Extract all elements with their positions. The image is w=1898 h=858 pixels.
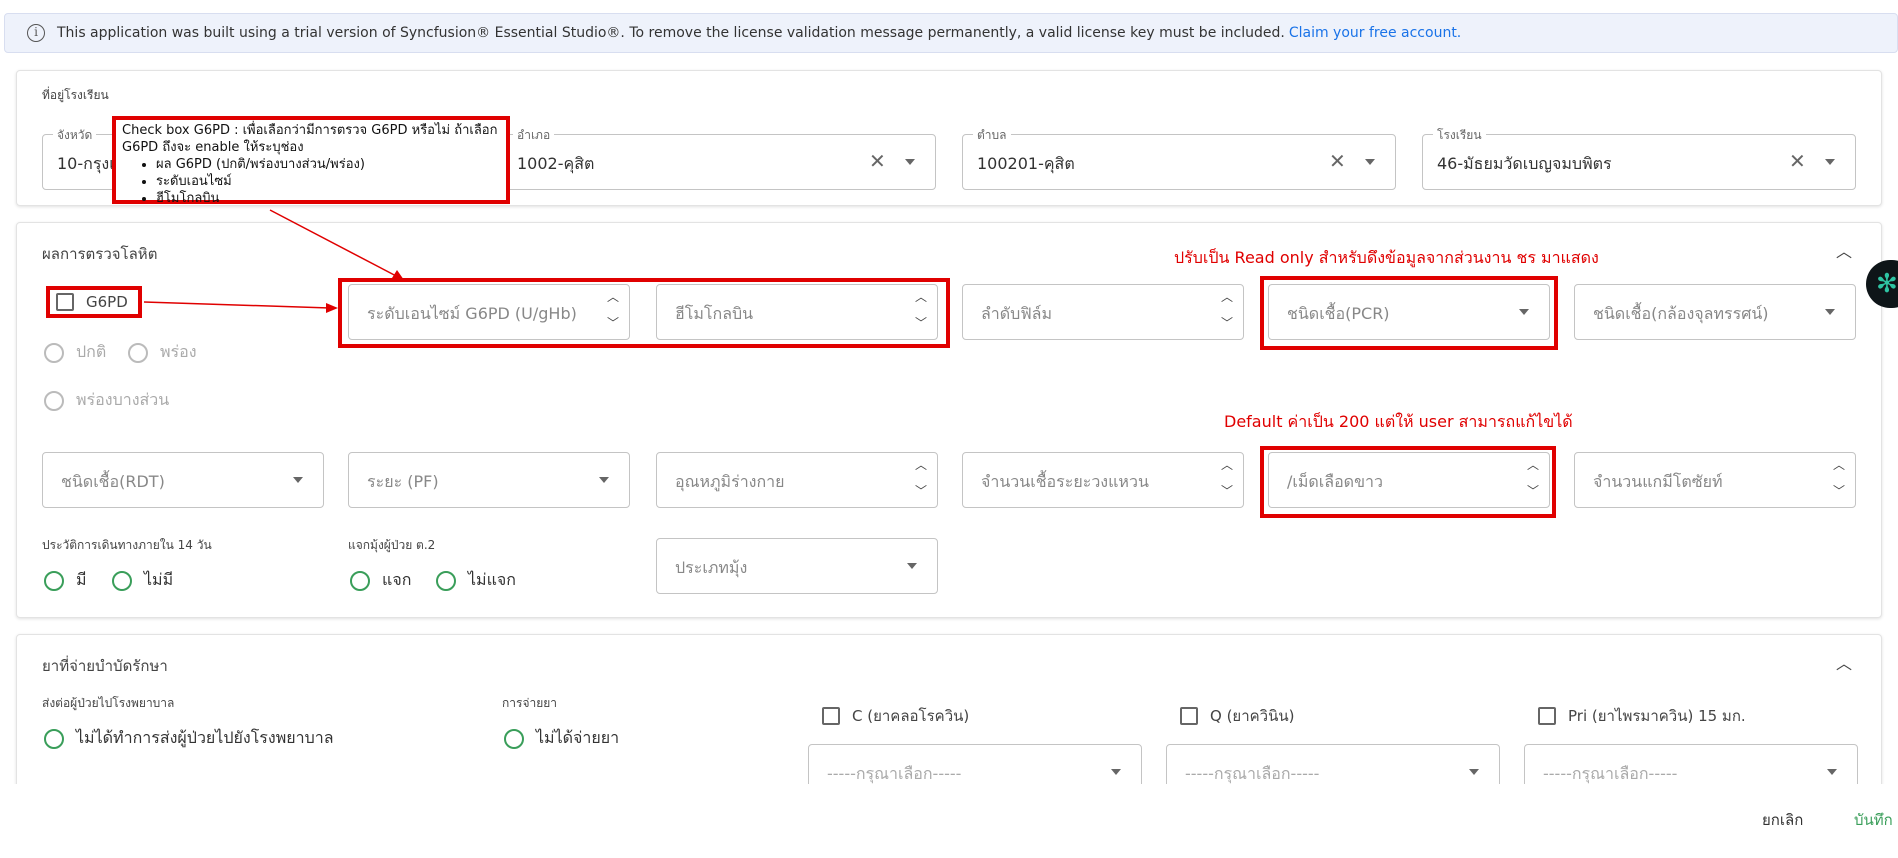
pcr-select[interactable]: ชนิดเชื้อ(PCR) [1268, 284, 1550, 340]
film-order-input[interactable]: ลำดับฟิล์ม ︿ ﹀ [962, 284, 1244, 340]
checkbox-icon[interactable] [822, 707, 840, 725]
radio-icon[interactable] [44, 570, 64, 591]
hemoglobin-placeholder: ฮีโมโกลบิน [675, 304, 754, 323]
stage-placeholder: ระยะ (PF) [367, 472, 439, 491]
chloroquine-checkbox[interactable]: C (ยาคลอโรควิน) [822, 704, 969, 728]
radio-icon[interactable] [128, 342, 148, 363]
checkbox-icon[interactable] [1538, 707, 1556, 725]
radio-no-refer[interactable]: ไม่ได้ทำการส่งผู้ป่วยไปยังโรงพยาบาล [44, 726, 334, 751]
radio-icon[interactable] [112, 570, 132, 591]
chevron-down-icon[interactable] [1469, 769, 1479, 775]
assistant-icon[interactable]: ✻ [1876, 269, 1898, 299]
chevron-down-icon[interactable] [1519, 309, 1529, 315]
temperature-placeholder: อุณหภูมิร่างกาย [675, 472, 785, 491]
save-button[interactable]: บันทึก [1854, 808, 1893, 832]
pcr-placeholder: ชนิดเชื้อ(PCR) [1287, 304, 1390, 323]
enzyme-input[interactable]: ระดับเอนไซม์ G6PD (U/gHb) ︿ ﹀ [348, 284, 630, 340]
radio-label: ไม่ได้จ่ายยา [536, 728, 620, 747]
radio-deficient[interactable]: พร่อง [128, 340, 197, 365]
radio-icon[interactable] [44, 390, 64, 411]
net-type-placeholder: ประเภทมุ้ง [675, 558, 748, 577]
radio-no-dispense[interactable]: ไม่ได้จ่ายยา [504, 726, 619, 751]
temperature-input[interactable]: อุณหภูมิร่างกาย ︿ ﹀ [656, 452, 938, 508]
radio-normal[interactable]: ปกติ [44, 340, 106, 365]
radio-partial[interactable]: พร่องบางส่วน [44, 388, 169, 413]
radio-icon[interactable] [504, 728, 524, 749]
g6pd-label: G6PD [86, 293, 128, 311]
primaquine-checkbox[interactable]: Pri (ยาไพรมาควิน) 15 มก. [1538, 704, 1746, 728]
radio-travel-no[interactable]: ไม่มี [112, 568, 173, 593]
radio-icon[interactable] [350, 570, 370, 591]
radio-net-give[interactable]: แจก [350, 568, 411, 593]
gametocyte-input[interactable]: จำนวนแกมีโตซัยท์ ︿ ﹀ [1574, 452, 1856, 508]
collapse-icon[interactable]: ︿ [1836, 650, 1852, 674]
checkbox-icon[interactable] [1180, 707, 1198, 725]
film-placeholder: ลำดับฟิล์ม [981, 304, 1053, 323]
drugs-section-title: ยาที่จ่ายบำบัดรักษา [42, 657, 168, 675]
radio-icon[interactable] [44, 728, 64, 749]
chloroquine-label: C (ยาคลอโรควิน) [852, 707, 970, 725]
ring-count-input[interactable]: จำนวนเชื้อระยะวงแหวน ︿ ﹀ [962, 452, 1244, 508]
radio-label: ปกติ [76, 342, 107, 361]
chevron-down-icon[interactable] [1825, 309, 1835, 315]
dispense-label: การจ่ายยา [502, 696, 558, 710]
default-note: Default ค่าเป็น 200 แต่ให้ user สามารถแก… [1224, 412, 1573, 431]
ring-placeholder: จำนวนเชื้อระยะวงแหวน [981, 472, 1149, 491]
wbc-input[interactable]: /เม็ดเลือดขาว ︿ ﹀ [1268, 452, 1550, 508]
radio-label: ไม่มี [144, 570, 174, 589]
primaquine-label: Pri (ยาไพรมาควิน) 15 มก. [1568, 707, 1746, 725]
radio-label: ไม่ได้ทำการส่งผู้ป่วยไปยังโรงพยาบาล [76, 728, 334, 747]
gametocyte-placeholder: จำนวนแกมีโตซัยท์ [1593, 472, 1723, 491]
checkbox-icon[interactable] [56, 293, 74, 311]
radio-label: พร่อง [160, 342, 197, 361]
radio-travel-yes[interactable]: มี [44, 568, 87, 593]
enzyme-placeholder: ระดับเอนไซม์ G6PD (U/gHb) [367, 304, 577, 323]
hemoglobin-input[interactable]: ฮีโมโกลบิน ︿ ﹀ [656, 284, 938, 340]
wbc-placeholder: /เม็ดเลือดขาว [1287, 472, 1383, 491]
radio-icon[interactable] [436, 570, 456, 591]
radio-label: ไม่แจก [468, 570, 516, 589]
footer-bar [0, 784, 1898, 858]
readonly-note: ปรับเป็น Read only สำหรับดึงข้อมูลจากส่ว… [1174, 248, 1599, 267]
radio-label: พร่องบางส่วน [76, 390, 170, 409]
chevron-down-icon[interactable] [599, 477, 609, 483]
rdt-placeholder: ชนิดเชื้อ(RDT) [61, 472, 165, 491]
chevron-down-icon[interactable] [907, 563, 917, 569]
cancel-button[interactable]: ยกเลิก [1762, 808, 1803, 832]
radio-net-nogive[interactable]: ไม่แจก [436, 568, 516, 593]
quinine-label: Q (ยาควินิน) [1210, 707, 1295, 725]
radio-label: มี [76, 570, 87, 589]
quinine-checkbox[interactable]: Q (ยาควินิน) [1180, 704, 1294, 728]
microscope-select[interactable]: ชนิดเชื้อ(กล้องจุลทรรศน์) [1574, 284, 1856, 340]
chevron-down-icon[interactable] [1827, 769, 1837, 775]
chevron-down-icon[interactable] [293, 477, 303, 483]
chevron-down-icon[interactable] [1111, 769, 1121, 775]
microscope-placeholder: ชนิดเชื้อ(กล้องจุลทรรศน์) [1593, 304, 1769, 323]
net-label: แจกมุ้งผู้ป่วย ต.2 [348, 538, 436, 552]
radio-icon[interactable] [44, 342, 64, 363]
g6pd-checkbox[interactable]: G6PD [56, 293, 128, 311]
arrow-head [326, 303, 338, 313]
travel-label: ประวัติการเดินทางภายใน 14 วัน [42, 538, 212, 552]
radio-label: แจก [382, 570, 412, 589]
net-type-select[interactable]: ประเภทมุ้ง [656, 538, 938, 594]
rdt-select[interactable]: ชนิดเชื้อ(RDT) [42, 452, 324, 508]
refer-label: ส่งต่อผู้ป่วยไปโรงพยาบาล [42, 696, 175, 710]
stage-select[interactable]: ระยะ (PF) [348, 452, 630, 508]
arrow-line [269, 209, 401, 279]
arrow-line [143, 301, 331, 309]
